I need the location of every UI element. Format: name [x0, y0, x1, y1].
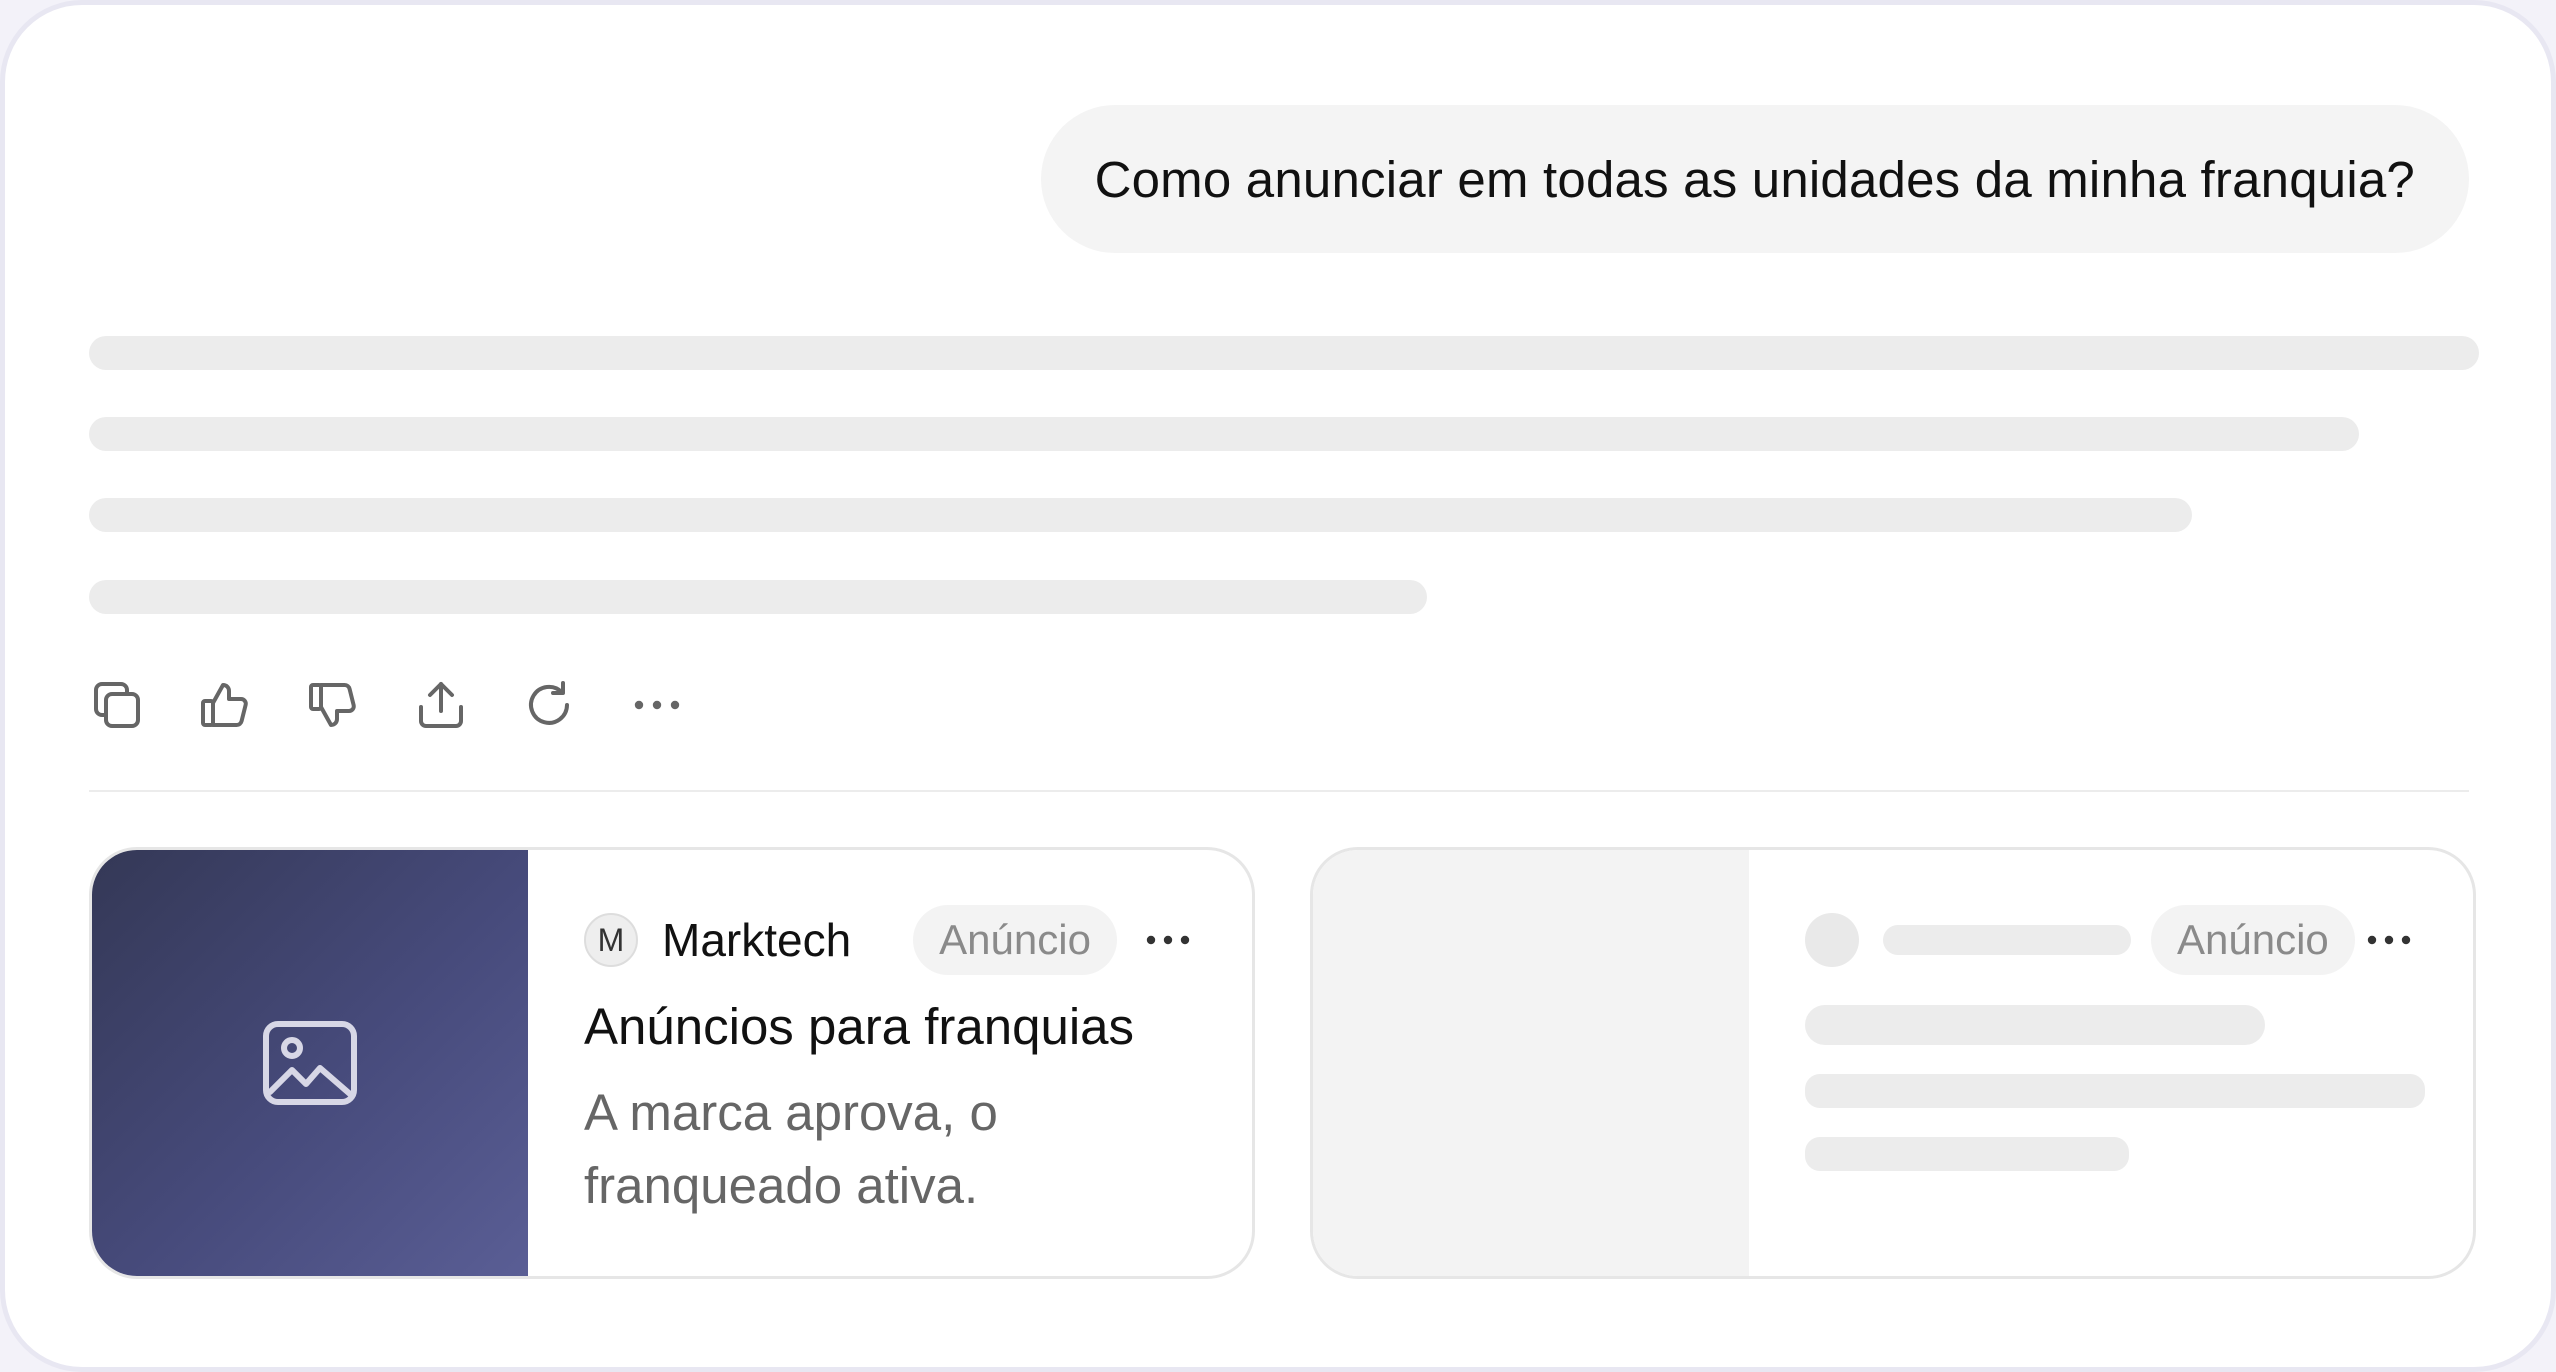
section-divider — [89, 790, 2469, 792]
share-icon — [419, 682, 463, 728]
copy-button[interactable] — [89, 673, 197, 737]
ad-image-placeholder — [1313, 850, 1749, 1276]
copy-icon — [94, 682, 140, 728]
ad-badge-label: Anúncio — [939, 916, 1091, 963]
ad-badge: Anúncio — [2151, 905, 2355, 975]
dislike-button[interactable] — [305, 673, 413, 737]
ad-content: M Marktech Anúncio Anúncios para franqui… — [528, 850, 1252, 1276]
user-message-text: Como anunciar em todas as unidades da mi… — [1094, 150, 2415, 208]
ad-badge: Anúncio — [913, 905, 1117, 975]
user-message-bubble: Como anunciar em todas as unidades da mi… — [1040, 105, 2469, 253]
ad-description-skeleton — [1805, 1074, 2425, 1108]
share-button[interactable] — [413, 673, 521, 737]
response-actions-bar — [89, 673, 737, 737]
more-horizontal-icon — [2367, 935, 2411, 945]
ad-description: A marca aprova, o franqueado ativa. — [584, 1084, 998, 1214]
advertiser-name-skeleton — [1883, 925, 2131, 955]
ad-content-skeleton: Anúncio — [1749, 850, 2473, 1276]
chat-panel: Como anunciar em todas as unidades da mi… — [0, 0, 2556, 1372]
ad-title: Anúncios para franquias — [584, 998, 1135, 1055]
ad-description-skeleton — [1805, 1137, 2129, 1171]
ad-card-loading: Anúncio — [1310, 847, 2476, 1279]
ad-image — [92, 850, 528, 1276]
response-skeleton-line — [89, 498, 2192, 532]
ad-title-skeleton — [1805, 1005, 2265, 1045]
advertiser-avatar: M — [584, 913, 638, 967]
ad-card[interactable]: M Marktech Anúncio Anúncios para franqui… — [89, 847, 1255, 1279]
advertiser-name: Marktech — [662, 914, 852, 966]
ad-badge-label: Anúncio — [2177, 916, 2329, 963]
more-horizontal-icon — [1146, 935, 1190, 945]
regenerate-button[interactable] — [521, 673, 629, 737]
response-skeleton-line — [89, 417, 2359, 451]
like-button[interactable] — [197, 673, 305, 737]
response-skeleton-line — [89, 336, 2479, 370]
ad-header: Anúncio — [1805, 905, 2419, 975]
thumbs-down-icon — [309, 683, 356, 727]
ad-more-button[interactable] — [2359, 910, 2419, 970]
ad-more-button[interactable] — [1138, 910, 1198, 970]
thumbs-up-icon — [201, 683, 248, 727]
regenerate-icon — [529, 681, 569, 725]
response-skeleton-line — [89, 580, 1427, 614]
avatar-letter: M — [597, 921, 625, 958]
advertiser-avatar-skeleton — [1805, 913, 1859, 967]
ad-header: M Marktech Anúncio — [584, 905, 1198, 975]
image-placeholder-icon — [263, 1021, 357, 1105]
more-options-icon — [634, 700, 680, 710]
more-options-button[interactable] — [629, 673, 737, 737]
